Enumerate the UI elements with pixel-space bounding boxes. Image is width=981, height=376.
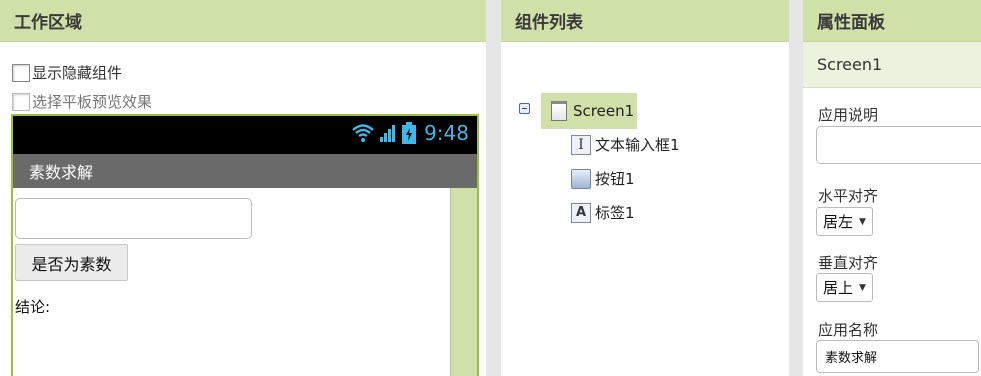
properties-header: 属性面板 (803, 0, 981, 42)
tree-node-label: 文本输入框1 (595, 136, 680, 154)
vertical-align-value: 居上 (823, 279, 854, 297)
tree-node-button[interactable]: 按钮1 (571, 168, 635, 189)
horizontal-align-value: 居左 (823, 213, 854, 231)
app-description-input[interactable] (816, 126, 981, 164)
vertical-align-label: 垂直对齐 (818, 254, 879, 272)
checkbox-box[interactable] (12, 92, 30, 111)
show-hidden-components-label: 显示隐藏组件 (32, 64, 123, 82)
horizontal-align-select[interactable]: 居左 ▼ (816, 207, 873, 236)
signal-icon (380, 125, 396, 142)
panel-divider (789, 0, 803, 376)
tablet-preview-checkbox[interactable]: 选择平板预览效果 (12, 91, 152, 112)
screen-title-bar: 素数求解 (13, 154, 477, 188)
properties-panel: 属性面板 Screen1 应用说明 水平对齐 居左 ▼ 垂直对齐 居上 ▼ 应用… (803, 0, 981, 376)
tree-node-label: Screen1 (573, 102, 635, 120)
dropdown-arrow-icon: ▼ (859, 216, 866, 227)
textbox-icon: I (571, 134, 591, 155)
phone-status-bar: 9:48 (13, 116, 477, 154)
canvas-scroll-strip[interactable] (450, 188, 477, 376)
tree-node-label[interactable]: A 标签1 (571, 202, 635, 223)
tree-node-label: 标签1 (595, 204, 635, 222)
result-label: 结论: (15, 298, 51, 316)
components-panel: 组件列表 Screen1 I 文本输入框1 按钮1 A 标签1 (501, 0, 789, 376)
tablet-preview-label: 选择平板预览效果 (32, 93, 153, 111)
screen-icon (551, 101, 567, 121)
checkbox-box[interactable] (12, 63, 30, 82)
panel-divider (486, 0, 501, 376)
status-icons: 9:48 (351, 121, 469, 145)
workspace-panel: 工作区域 显示隐藏组件 选择平板预览效果 9:48 素数求解 是否为素数 结论: (0, 0, 486, 376)
app-description-label: 应用说明 (818, 106, 879, 124)
vertical-align-select[interactable]: 居上 ▼ (816, 273, 873, 302)
tree-node-label: 按钮1 (595, 170, 635, 188)
show-hidden-components-checkbox[interactable]: 显示隐藏组件 (12, 62, 122, 83)
battery-charging-icon (402, 122, 417, 144)
tree-node-screen1[interactable]: Screen1 (541, 93, 637, 129)
button-icon (571, 168, 591, 189)
status-clock: 9:48 (424, 121, 469, 145)
wifi-icon (352, 124, 374, 142)
app-name-input[interactable]: 素数求解 (816, 340, 979, 373)
app-name-label: 应用名称 (818, 321, 879, 339)
dropdown-arrow-icon: ▼ (859, 282, 866, 293)
workspace-header: 工作区域 (0, 0, 486, 42)
components-header: 组件列表 (501, 0, 789, 42)
horizontal-align-label: 水平对齐 (818, 187, 879, 205)
is-prime-button[interactable]: 是否为素数 (15, 244, 128, 281)
tree-node-textbox[interactable]: I 文本输入框1 (571, 134, 680, 155)
screen-canvas: 是否为素数 结论: (13, 188, 477, 376)
collapse-toggle-icon[interactable] (519, 103, 530, 114)
label-icon: A (571, 202, 591, 223)
selected-component-name: Screen1 (803, 42, 981, 88)
textbox-preview[interactable] (15, 198, 252, 239)
phone-preview: 9:48 素数求解 是否为素数 结论: (11, 114, 479, 376)
